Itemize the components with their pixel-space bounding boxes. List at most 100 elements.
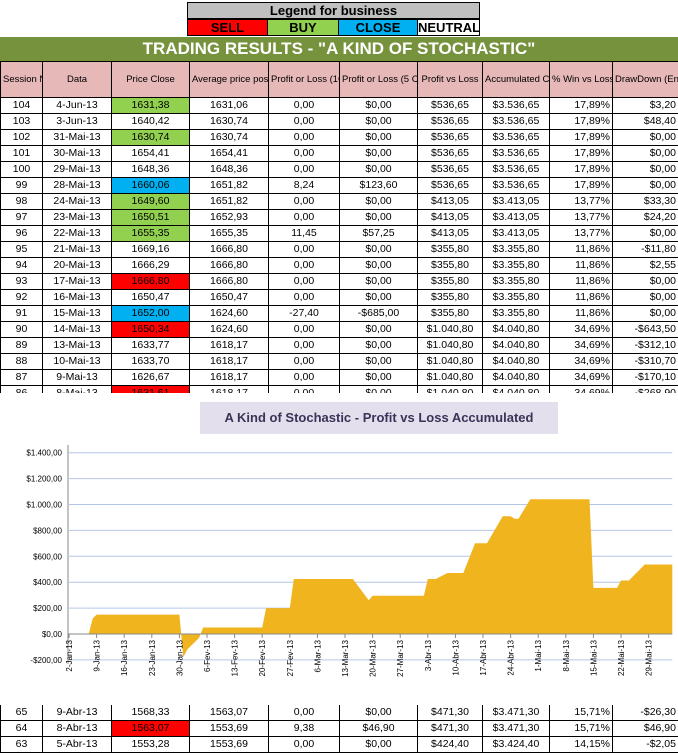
cell-date[interactable]: 8-Abr-13 bbox=[42, 720, 112, 737]
cell-profit-vs-loss[interactable]: $413,05 bbox=[417, 193, 483, 210]
cell-win-pct[interactable]: 17,89% bbox=[549, 129, 613, 146]
cell-session[interactable]: 92 bbox=[0, 289, 43, 306]
cell-pl-1cfd[interactable]: 11,45 bbox=[268, 225, 340, 242]
cell-pl-1cfd[interactable]: 0,00 bbox=[268, 736, 340, 753]
cell-profit-vs-loss[interactable]: $355,80 bbox=[417, 241, 483, 258]
cell-drawdown[interactable]: $2,55 bbox=[612, 257, 678, 274]
cell-date[interactable]: 9-Mai-13 bbox=[42, 369, 112, 386]
cell-session[interactable]: 101 bbox=[0, 145, 43, 162]
cell-price-close[interactable]: 1652,00 bbox=[111, 305, 190, 322]
cell-profit-vs-loss[interactable]: $1.040,80 bbox=[417, 369, 483, 386]
cell-date[interactable]: 22-Mai-13 bbox=[42, 225, 112, 242]
cell-price-close[interactable]: 1553,28 bbox=[111, 736, 190, 753]
cell-win-pct[interactable]: 34,69% bbox=[549, 353, 613, 370]
cell-date[interactable]: 16-Mai-13 bbox=[42, 289, 112, 306]
cell-pl-1cfd[interactable]: 9,38 bbox=[268, 720, 340, 737]
cell-price-close[interactable]: 1669,16 bbox=[111, 241, 190, 258]
cell-pl-1cfd[interactable]: 0,00 bbox=[268, 273, 340, 290]
cell-pl-5cfd[interactable]: $0,00 bbox=[339, 97, 418, 114]
cell-pl-1cfd[interactable]: 0,00 bbox=[268, 704, 340, 721]
cell-accum-capital[interactable]: $3.413,05 bbox=[482, 225, 550, 242]
cell-price-close[interactable]: 1650,51 bbox=[111, 209, 190, 226]
cell-accum-capital[interactable]: $3.536,65 bbox=[482, 129, 550, 146]
cell-drawdown[interactable]: $0,00 bbox=[612, 145, 678, 162]
cell-date[interactable]: 4-Jun-13 bbox=[42, 97, 112, 114]
cell-profit-vs-loss[interactable]: $355,80 bbox=[417, 257, 483, 274]
cell-accum-capital[interactable]: $3.413,05 bbox=[482, 209, 550, 226]
cell-accum-capital[interactable]: $3.413,05 bbox=[482, 193, 550, 210]
cell-drawdown[interactable]: $0,00 bbox=[612, 305, 678, 322]
cell-drawdown[interactable]: -$11,80 bbox=[612, 241, 678, 258]
cell-session[interactable]: 91 bbox=[0, 305, 43, 322]
cell-date[interactable]: 23-Mai-13 bbox=[42, 209, 112, 226]
cell-win-pct[interactable]: 17,89% bbox=[549, 145, 613, 162]
cell-pl-5cfd[interactable]: $0,00 bbox=[339, 321, 418, 338]
cell-session[interactable]: 94 bbox=[0, 257, 43, 274]
cell-pl-5cfd[interactable]: $0,00 bbox=[339, 353, 418, 370]
cell-profit-vs-loss[interactable]: $355,80 bbox=[417, 289, 483, 306]
cell-date[interactable]: 20-Mai-13 bbox=[42, 257, 112, 274]
cell-pl-1cfd[interactable]: 0,00 bbox=[268, 369, 340, 386]
cell-profit-vs-loss[interactable]: $536,65 bbox=[417, 129, 483, 146]
cell-profit-vs-loss[interactable]: $355,80 bbox=[417, 305, 483, 322]
cell-pl-5cfd[interactable]: $0,00 bbox=[339, 193, 418, 210]
cell-pl-5cfd[interactable]: $0,00 bbox=[339, 736, 418, 753]
cell-accum-capital[interactable]: $3.355,80 bbox=[482, 305, 550, 322]
cell-win-pct[interactable]: 17,89% bbox=[549, 177, 613, 194]
cell-session[interactable]: 104 bbox=[0, 97, 43, 114]
cell-pl-5cfd[interactable]: $0,00 bbox=[339, 113, 418, 130]
cell-win-pct[interactable]: 15,71% bbox=[549, 704, 613, 721]
cell-date[interactable]: 28-Mai-13 bbox=[42, 177, 112, 194]
cell-price-close[interactable]: 1633,77 bbox=[111, 337, 190, 354]
cell-price-close[interactable]: 1640,42 bbox=[111, 113, 190, 130]
cell-drawdown[interactable]: $0,00 bbox=[612, 161, 678, 178]
cell-avg-price[interactable]: 1666,80 bbox=[189, 257, 269, 274]
cell-pl-5cfd[interactable]: $123,60 bbox=[339, 177, 418, 194]
cell-session[interactable]: 88 bbox=[0, 353, 43, 370]
cell-accum-capital[interactable]: $3.536,65 bbox=[482, 97, 550, 114]
cell-avg-price[interactable]: 1630,74 bbox=[189, 113, 269, 130]
cell-date[interactable]: 17-Mai-13 bbox=[42, 273, 112, 290]
cell-session[interactable]: 63 bbox=[0, 736, 43, 753]
cell-accum-capital[interactable]: $3.536,65 bbox=[482, 177, 550, 194]
cell-price-close[interactable]: 1660,06 bbox=[111, 177, 190, 194]
cell-accum-capital[interactable]: $3.471,30 bbox=[482, 704, 550, 721]
cell-pl-5cfd[interactable]: $0,00 bbox=[339, 337, 418, 354]
cell-price-close[interactable]: 1626,67 bbox=[111, 369, 190, 386]
cell-pl-5cfd[interactable]: $0,00 bbox=[339, 145, 418, 162]
cell-accum-capital[interactable]: $3.355,80 bbox=[482, 257, 550, 274]
cell-session[interactable]: 89 bbox=[0, 337, 43, 354]
cell-price-close[interactable]: 1655,35 bbox=[111, 225, 190, 242]
cell-price-close[interactable]: 1649,60 bbox=[111, 193, 190, 210]
cell-drawdown[interactable]: $0,00 bbox=[612, 225, 678, 242]
cell-date[interactable]: 10-Mai-13 bbox=[42, 353, 112, 370]
cell-drawdown[interactable]: -$643,50 bbox=[612, 321, 678, 338]
cell-date[interactable]: 29-Mai-13 bbox=[42, 161, 112, 178]
cell-avg-price[interactable]: 1553,69 bbox=[189, 720, 269, 737]
cell-accum-capital[interactable]: $3.424,40 bbox=[482, 736, 550, 753]
cell-pl-5cfd[interactable]: $0,00 bbox=[339, 129, 418, 146]
cell-avg-price[interactable]: 1631,06 bbox=[189, 97, 269, 114]
cell-avg-price[interactable]: 1618,17 bbox=[189, 337, 269, 354]
cell-profit-vs-loss[interactable]: $1.040,80 bbox=[417, 353, 483, 370]
cell-profit-vs-loss[interactable]: $1.040,80 bbox=[417, 321, 483, 338]
cell-accum-capital[interactable]: $3.355,80 bbox=[482, 289, 550, 306]
cell-price-close[interactable]: 1633,70 bbox=[111, 353, 190, 370]
cell-avg-price[interactable]: 1654,41 bbox=[189, 145, 269, 162]
cell-avg-price[interactable]: 1563,07 bbox=[189, 704, 269, 721]
cell-pl-5cfd[interactable]: -$685,00 bbox=[339, 305, 418, 322]
cell-price-close[interactable]: 1650,34 bbox=[111, 321, 190, 338]
cell-pl-5cfd[interactable]: $0,00 bbox=[339, 257, 418, 274]
cell-accum-capital[interactable]: $4.040,80 bbox=[482, 369, 550, 386]
cell-session[interactable]: 103 bbox=[0, 113, 43, 130]
cell-price-close[interactable]: 1563,07 bbox=[111, 720, 190, 737]
cell-accum-capital[interactable]: $3.536,65 bbox=[482, 113, 550, 130]
cell-drawdown[interactable]: $0,00 bbox=[612, 129, 678, 146]
cell-avg-price[interactable]: 1655,35 bbox=[189, 225, 269, 242]
cell-avg-price[interactable]: 1624,60 bbox=[189, 305, 269, 322]
cell-win-pct[interactable]: 13,77% bbox=[549, 193, 613, 210]
cell-avg-price[interactable]: 1624,60 bbox=[189, 321, 269, 338]
cell-win-pct[interactable]: 11,86% bbox=[549, 305, 613, 322]
cell-date[interactable]: 5-Abr-13 bbox=[42, 736, 112, 753]
cell-pl-1cfd[interactable]: 0,00 bbox=[268, 129, 340, 146]
